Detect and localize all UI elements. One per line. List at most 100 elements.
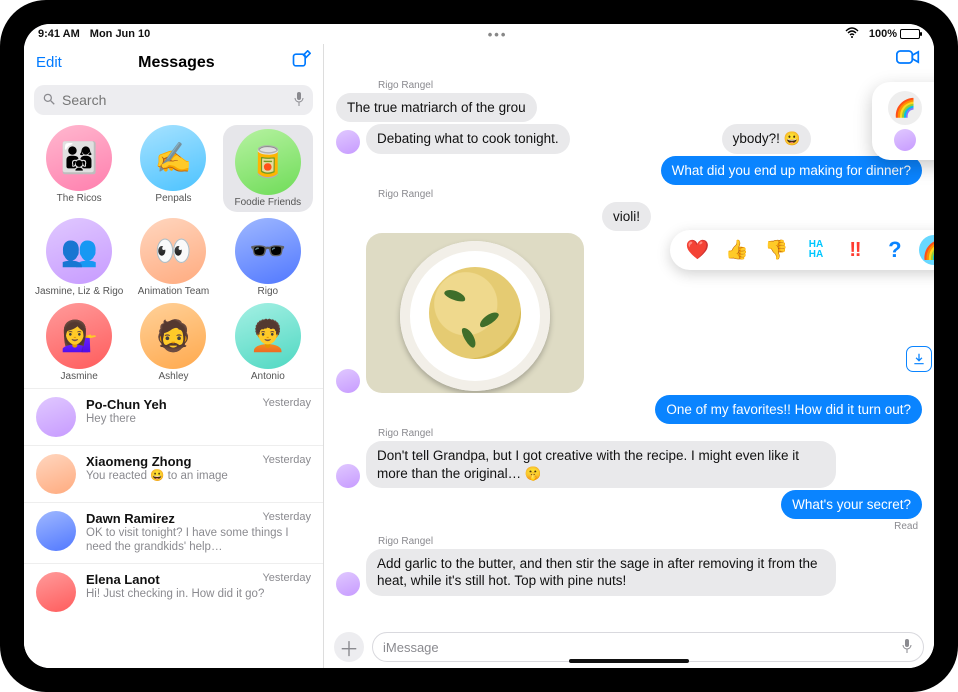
- conversation-preview: You reacted 😀 to an image: [86, 469, 311, 483]
- pinned-conversation[interactable]: 👨‍👩‍👧 The Ricos: [34, 125, 124, 212]
- message-avatar[interactable]: [336, 369, 360, 393]
- pinned-conversation[interactable]: 🥫 Foodie Friends: [223, 125, 313, 212]
- pin-label: The Ricos: [57, 193, 102, 204]
- conversation-name: Po-Chun Yeh: [86, 397, 167, 412]
- dictation-icon[interactable]: [901, 638, 913, 657]
- tapback-detail-popover: 🌈 💗: [872, 82, 934, 160]
- pin-avatar: 👥: [46, 218, 112, 284]
- message-bubble[interactable]: violi!: [602, 202, 651, 231]
- pin-avatar: 👨‍👩‍👧: [46, 125, 112, 191]
- pin-label: Animation Team: [138, 286, 210, 297]
- conversation-preview: OK to visit tonight? I have some things …: [86, 526, 311, 555]
- pin-avatar: ✍️: [140, 125, 206, 191]
- dictation-icon[interactable]: [293, 91, 305, 110]
- pin-avatar: 👀: [140, 218, 206, 284]
- sent-message-bubble[interactable]: What's your secret?: [781, 490, 922, 519]
- pin-label: Ashley: [158, 371, 188, 382]
- tapback-option[interactable]: ‼: [840, 235, 870, 265]
- sender-label: Rigo Rangel: [378, 189, 922, 200]
- conversation-preview: Hey there: [86, 412, 311, 426]
- tapback-option[interactable]: 🌈: [919, 235, 934, 265]
- save-image-icon[interactable]: [906, 346, 932, 372]
- conversation-avatar: [36, 397, 76, 437]
- pinned-conversation[interactable]: 🕶️ Rigo: [223, 218, 313, 297]
- pin-label: Foodie Friends: [234, 197, 301, 208]
- sender-label: Rigo Rangel: [378, 536, 922, 547]
- wifi-icon: [845, 27, 859, 41]
- conversation-avatar: [36, 511, 76, 551]
- search-input[interactable]: [62, 92, 287, 108]
- conversation-row[interactable]: Po-Chun Yeh Yesterday Hey there: [24, 388, 323, 445]
- pinned-conversation[interactable]: 🧔 Ashley: [128, 303, 218, 382]
- message-placeholder: iMessage: [383, 640, 439, 655]
- message-avatar[interactable]: [336, 130, 360, 154]
- pin-label: Jasmine, Liz & Rigo: [35, 286, 123, 297]
- conversation-name: Elena Lanot: [86, 572, 160, 587]
- pinned-conversation[interactable]: 👀 Animation Team: [128, 218, 218, 297]
- conversation-time: Yesterday: [262, 572, 311, 587]
- conversation-time: Yesterday: [262, 397, 311, 412]
- conversation-name: Xiaomeng Zhong: [86, 454, 191, 469]
- tapback-option[interactable]: 👍: [722, 235, 752, 265]
- image-message[interactable]: [366, 233, 584, 393]
- conversation-time: Yesterday: [262, 511, 311, 526]
- status-date: Mon Jun 10: [90, 28, 151, 40]
- search-field[interactable]: [34, 85, 313, 115]
- status-bar: 9:41 AM Mon Jun 10 ••• 100%: [24, 24, 934, 44]
- pin-avatar: 🧑‍🦱: [235, 303, 301, 369]
- tapback-picker[interactable]: ❤️ 👍 👎 HAHA ‼? 🌈: [670, 230, 934, 270]
- tapback-option[interactable]: ❤️: [683, 235, 713, 265]
- compose-icon[interactable]: [291, 50, 311, 75]
- conversation-row[interactable]: Xiaomeng Zhong Yesterday You reacted 😀 t…: [24, 445, 323, 502]
- status-time: 9:41 AM: [38, 28, 80, 40]
- tapback-detail-avatar: [894, 129, 916, 151]
- message-bubble[interactable]: Add garlic to the butter, and then stir …: [366, 549, 836, 596]
- pin-avatar: 💁‍♀️: [46, 303, 112, 369]
- read-receipt: Read: [336, 521, 918, 532]
- tapback-option[interactable]: 👎: [762, 235, 792, 265]
- conversation-preview: Hi! Just checking in. How did it go?: [86, 587, 311, 601]
- multitask-dots-icon[interactable]: •••: [488, 27, 508, 42]
- tapback-option[interactable]: ?: [880, 235, 910, 265]
- conversation-row[interactable]: Elena Lanot Yesterday Hi! Just checking …: [24, 563, 323, 620]
- message-avatar[interactable]: [336, 572, 360, 596]
- conversation-time: Yesterday: [262, 454, 311, 469]
- pin-avatar: 🧔: [140, 303, 206, 369]
- pinned-conversation[interactable]: 🧑‍🦱 Antonio: [223, 303, 313, 382]
- app-title: Messages: [138, 54, 215, 72]
- sender-label: Rigo Rangel: [378, 80, 922, 91]
- conversation-name: Dawn Ramirez: [86, 511, 175, 526]
- edit-button[interactable]: Edit: [36, 54, 62, 71]
- message-bubble[interactable]: Debating what to cook tonight.: [366, 124, 570, 153]
- tapback-detail-icon: 🌈: [888, 91, 922, 125]
- search-icon: [42, 92, 56, 109]
- pin-label: Antonio: [251, 371, 285, 382]
- pinned-conversation[interactable]: 💁‍♀️ Jasmine: [34, 303, 124, 382]
- sender-label: Rigo Rangel: [378, 428, 922, 439]
- attachments-icon[interactable]: ＋: [334, 632, 364, 662]
- conversation-avatar: [36, 454, 76, 494]
- facetime-icon[interactable]: [896, 48, 920, 71]
- pin-label: Rigo: [258, 286, 279, 297]
- tapback-option[interactable]: HAHA: [801, 235, 831, 265]
- pinned-conversation[interactable]: 👥 Jasmine, Liz & Rigo: [34, 218, 124, 297]
- messages-sidebar: Edit Messages 👨‍👩‍👧 The Ricos✍️ Penpals🥫: [24, 44, 324, 668]
- battery-icon: [900, 29, 920, 39]
- pin-avatar: 🕶️: [235, 218, 301, 284]
- sent-message-bubble[interactable]: What did you end up making for dinner?: [661, 156, 922, 185]
- pinned-conversation[interactable]: ✍️ Penpals: [128, 125, 218, 212]
- message-avatar[interactable]: [336, 464, 360, 488]
- home-indicator[interactable]: [569, 659, 689, 663]
- pin-label: Jasmine: [61, 371, 98, 382]
- pin-label: Penpals: [155, 193, 191, 204]
- message-bubble[interactable]: The true matriarch of the grou: [336, 93, 537, 122]
- conversation-avatar: [36, 572, 76, 612]
- message-input[interactable]: iMessage: [372, 632, 924, 662]
- message-bubble[interactable]: Don't tell Grandpa, but I got creative w…: [366, 441, 836, 488]
- sent-message-bubble[interactable]: One of my favorites!! How did it turn ou…: [655, 395, 922, 424]
- pin-avatar: 🥫: [235, 129, 301, 195]
- battery-percent: 100%: [869, 28, 897, 40]
- conversation-row[interactable]: Dawn Ramirez Yesterday OK to visit tonig…: [24, 502, 323, 563]
- chat-pane: 🌈 💗 Rigo Rangel The true matriarch of th…: [324, 44, 934, 668]
- message-bubble[interactable]: ybody?! 😀: [722, 124, 812, 153]
